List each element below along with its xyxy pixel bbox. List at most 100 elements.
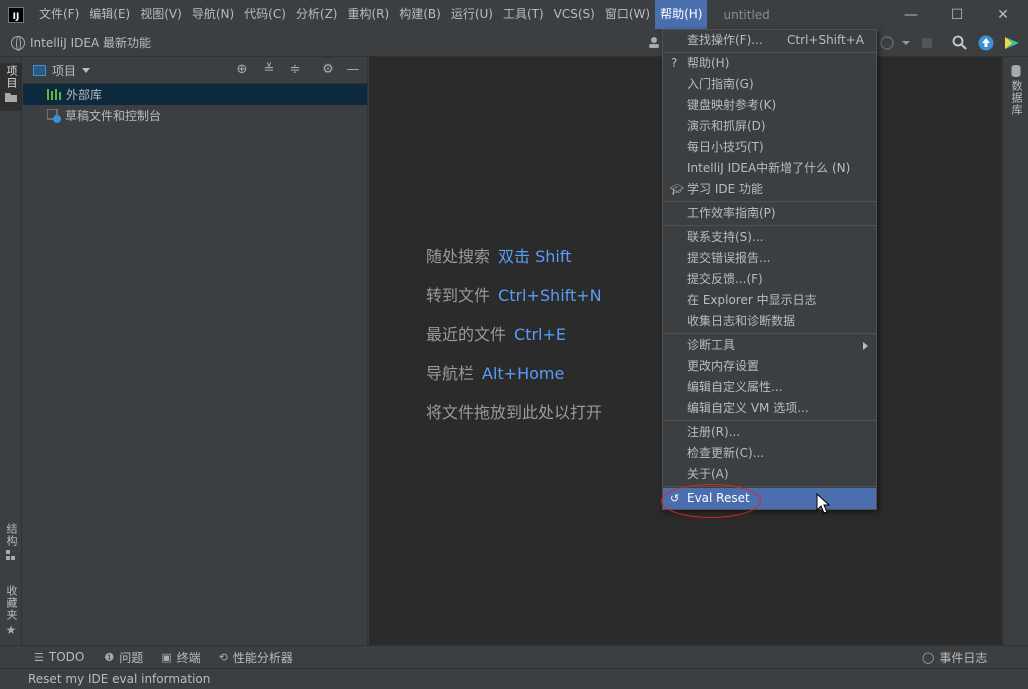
terminal-tab[interactable]: ▣ 终端: [161, 649, 200, 666]
menu-item-change-memory[interactable]: 更改内存设置: [663, 356, 876, 377]
menu-item-help[interactable]: ? 帮助(H): [663, 53, 876, 74]
user-icon[interactable]: [648, 36, 660, 48]
question-icon: ?: [671, 56, 678, 70]
menu-item-label: 诊断工具: [687, 338, 736, 352]
menu-item-show-log-in-explorer[interactable]: 在 Explorer 中显示日志: [663, 290, 876, 311]
ide-window: IJ 文件(F) 编辑(E) 视图(V) 导航(N) 代码(C) 分析(Z) 重…: [0, 0, 1028, 689]
menu-edit[interactable]: 编辑(E): [84, 0, 135, 29]
menu-file[interactable]: 文件(F): [34, 0, 84, 29]
menu-item-learn-ide-features[interactable]: 🎓︎ 学习 IDE 功能: [663, 179, 876, 200]
database-tool-tab[interactable]: 数据库: [1004, 65, 1028, 116]
breadcrumb[interactable]: IntelliJ IDEA 最新功能: [30, 34, 151, 51]
structure-tool-label: 结构: [5, 523, 18, 547]
menu-item-find-action[interactable]: 查找操作(F)... Ctrl+Shift+A: [663, 30, 876, 51]
project-panel-header: 项目 ⊕ ≚ ≑ ⚙ —: [23, 57, 367, 84]
locate-icon[interactable]: ⊕: [235, 63, 249, 77]
hint-navigation-bar: 导航栏 Alt+Home: [426, 360, 564, 384]
hint-drop-files: 将文件拖放到此处以打开: [426, 399, 602, 423]
search-icon[interactable]: [952, 35, 968, 54]
menu-build[interactable]: 构建(B): [394, 0, 446, 29]
menu-item-check-updates[interactable]: 检查更新(C)...: [663, 443, 876, 464]
database-tool-label: 数据库: [1010, 80, 1023, 116]
project-view-icon: [33, 64, 46, 76]
left-tool-strip: 项目 结构 收藏夹 ★: [0, 57, 22, 645]
collapse-all-icon[interactable]: ≑: [288, 63, 302, 77]
menu-item-edit-custom-vm-options[interactable]: 编辑自定义 VM 选项...: [663, 398, 876, 419]
structure-tool-tab[interactable]: 结构: [0, 523, 22, 560]
menu-code[interactable]: 代码(C): [239, 0, 291, 29]
highlight-annotation: [661, 484, 761, 518]
hint-label: 最近的文件: [426, 325, 507, 344]
expand-all-icon[interactable]: ≚: [262, 63, 276, 77]
menu-help[interactable]: 帮助(H): [655, 0, 708, 29]
hint-label: 随处搜索: [426, 247, 491, 266]
bottom-tool-bar: ☰ TODO ❶ 问题 ▣ 终端 ⟲ 性能分析器 ◯ 事件日志: [0, 645, 1028, 668]
menu-navigate[interactable]: 导航(N): [187, 0, 239, 29]
close-button[interactable]: ✕: [980, 0, 1026, 29]
problems-tab[interactable]: ❶ 问题: [104, 649, 143, 666]
stop-icon[interactable]: [922, 38, 932, 48]
maximize-button[interactable]: ☐: [934, 0, 980, 29]
menu-item-about[interactable]: 关于(A): [663, 464, 876, 485]
update-icon[interactable]: [978, 35, 994, 54]
favorites-tool-tab[interactable]: 收藏夹 ★: [0, 585, 22, 637]
menu-item-collect-logs[interactable]: 收集日志和诊断数据: [663, 311, 876, 332]
menu-item-tip-of-the-day[interactable]: 每日小技巧(T): [663, 137, 876, 158]
menu-item-edit-custom-properties[interactable]: 编辑自定义属性...: [663, 377, 876, 398]
menu-item-label: 帮助(H): [687, 56, 730, 70]
menu-item-diagnostic-tools[interactable]: 诊断工具: [663, 335, 876, 356]
favorites-tool-label: 收藏夹: [5, 585, 18, 621]
menu-item-shortcut: Ctrl+Shift+A: [787, 33, 864, 47]
mouse-cursor-icon: [816, 492, 831, 518]
menu-tools[interactable]: 工具(T): [498, 0, 549, 29]
hint-shortcut: 双击 Shift: [498, 247, 572, 266]
scratch-console-icon: [46, 108, 61, 123]
menu-item-productivity-guide[interactable]: 工作效率指南(P): [663, 203, 876, 224]
hint-shortcut: Ctrl+Shift+N: [498, 286, 602, 305]
help-dropdown-menu: 查找操作(F)... Ctrl+Shift+A ? 帮助(H) 入门指南(G) 键盘…: [662, 29, 877, 510]
project-tool-label: 项目: [5, 65, 18, 89]
event-log-tab[interactable]: ◯ 事件日志: [922, 649, 987, 666]
toolbox-icon[interactable]: [1004, 35, 1020, 54]
menu-item-submit-feedback[interactable]: 提交反馈...(F): [663, 269, 876, 290]
profiler-tab[interactable]: ⟲ 性能分析器: [219, 649, 293, 666]
tree-item-scratches[interactable]: 草稿文件和控制台: [23, 105, 367, 126]
menu-separator: [663, 420, 876, 421]
menu-item-demos-screencasts[interactable]: 演示和抓屏(D): [663, 116, 876, 137]
menu-separator: [663, 333, 876, 334]
profiler-icon: ⟲: [218, 650, 228, 664]
menu-item-contact-support[interactable]: 联系支持(S)...: [663, 227, 876, 248]
menu-vcs[interactable]: VCS(S): [549, 0, 600, 29]
menu-window[interactable]: 窗口(W): [600, 0, 655, 29]
menu-analyze[interactable]: 分析(Z): [291, 0, 343, 29]
menu-item-whats-new[interactable]: IntelliJ IDEA中新增了什么 (N): [663, 158, 876, 179]
project-panel-title[interactable]: 项目: [52, 62, 76, 79]
hint-goto-file: 转到文件 Ctrl+Shift+N: [426, 282, 602, 306]
hint-label: 转到文件: [426, 286, 491, 305]
gear-icon[interactable]: ⚙: [321, 63, 335, 77]
tree-item-external-libraries[interactable]: 外部库: [23, 84, 367, 105]
menu-separator: [663, 201, 876, 202]
menu-run[interactable]: 运行(U): [446, 0, 498, 29]
todo-tab[interactable]: ☰ TODO: [34, 650, 84, 664]
menu-item-getting-started[interactable]: 入门指南(G): [663, 74, 876, 95]
menu-item-keymap-reference[interactable]: 键盘映射参考(K): [663, 95, 876, 116]
menu-item-submit-bug-report[interactable]: 提交错误报告...: [663, 248, 876, 269]
minimize-button[interactable]: —: [888, 0, 934, 29]
menu-item-label: 学习 IDE 功能: [687, 182, 763, 196]
hint-recent-files: 最近的文件 Ctrl+E: [426, 321, 566, 345]
terminal-label: 终端: [176, 650, 201, 665]
menu-view[interactable]: 视图(V): [135, 0, 187, 29]
terminal-icon: ▣: [161, 650, 172, 664]
intellij-logo-icon: IJ: [8, 6, 24, 23]
profiler-label: 性能分析器: [232, 650, 293, 665]
project-tool-tab[interactable]: 项目: [0, 63, 22, 111]
menu-refactor[interactable]: 重构(R): [343, 0, 395, 29]
run-config-icon[interactable]: [880, 36, 910, 53]
menu-bar: 文件(F) 编辑(E) 视图(V) 导航(N) 代码(C) 分析(Z) 重构(R…: [34, 0, 708, 29]
menu-item-register[interactable]: 注册(R)...: [663, 422, 876, 443]
chevron-down-icon[interactable]: [82, 67, 91, 73]
chevron-right-icon: [863, 342, 868, 350]
hide-icon[interactable]: —: [346, 63, 360, 77]
hint-label: 将文件拖放到此处以打开: [426, 403, 603, 422]
